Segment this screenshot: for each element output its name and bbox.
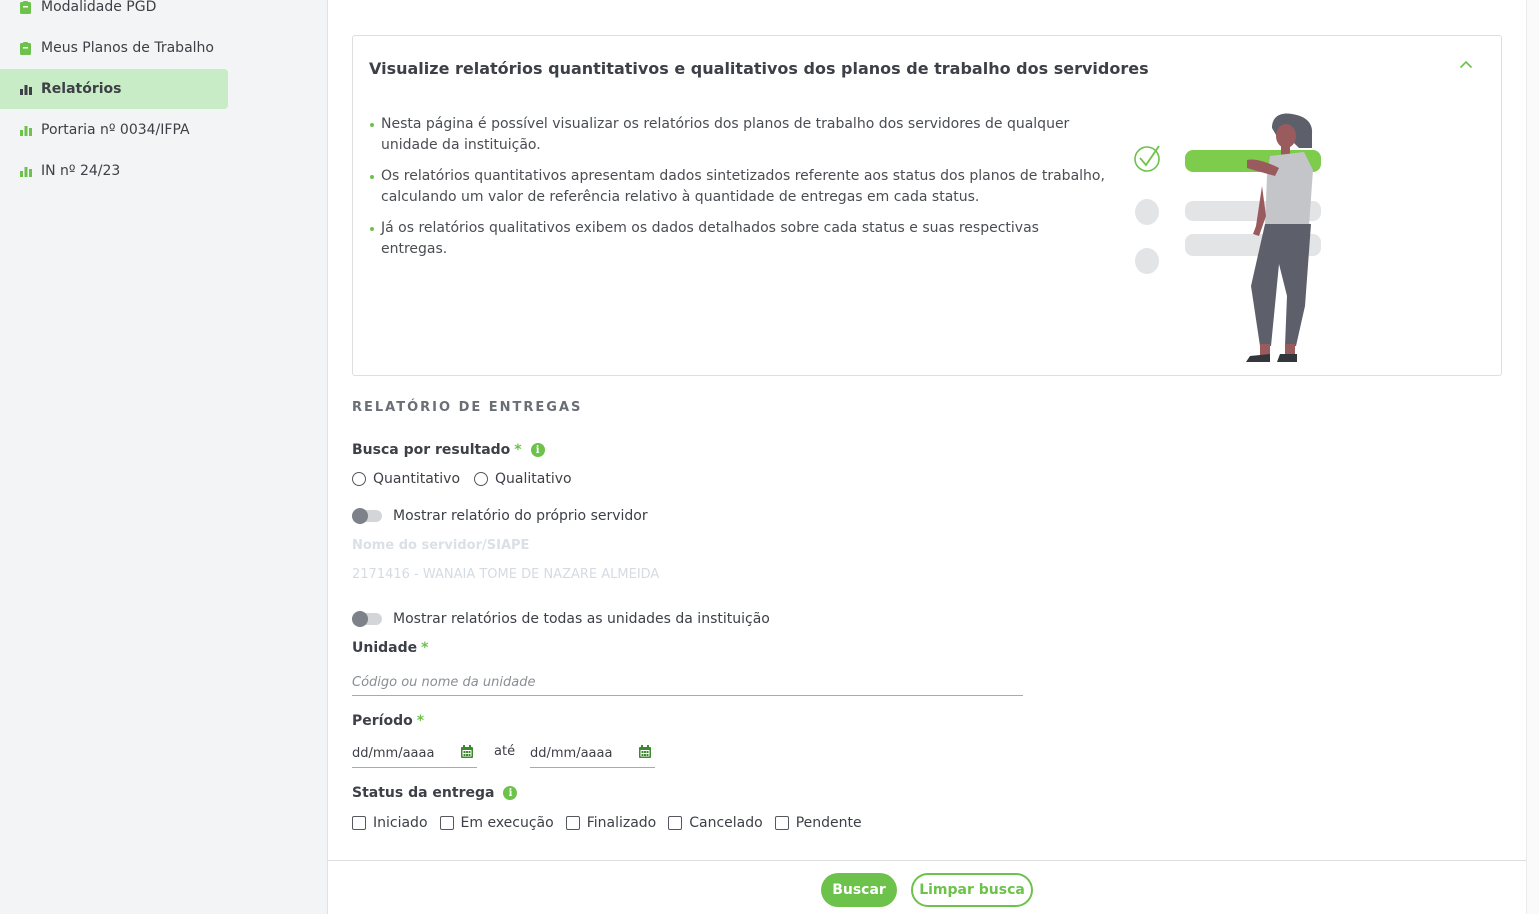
bar-chart-icon [19,83,32,96]
chevron-up-icon [1459,57,1473,73]
checkbox-finalizado[interactable]: Finalizado [565,815,657,831]
checkbox-em-execucao[interactable]: Em execução [439,815,554,831]
sidebar-item-relatorios[interactable]: Relatórios [0,69,228,109]
sidebar-item-in-24-23[interactable]: IN nº 24/23 [0,151,228,191]
toggle-knob [352,611,368,627]
all-units-toggle-label: Mostrar relatórios de todas as unidades … [393,611,770,627]
checkbox-pendente[interactable]: Pendente [774,815,862,831]
sidebar-item-meus-planos[interactable]: Meus Planos de Trabalho [0,28,228,68]
checklist-illustration [1129,106,1329,368]
server-field-label: Nome do servidor/SIAPE [352,538,530,553]
unit-label-text: Unidade [352,640,418,656]
period-start-input[interactable]: dd/mm/aaaa [352,740,477,768]
info-icon[interactable]: i [530,443,545,457]
radio-qualitativo[interactable]: Qualitativo [474,471,572,487]
sidebar-item-label: Modalidade PGD [41,0,157,15]
required-mark: * [421,640,429,656]
search-by-label: Busca por resultado * i [352,442,545,458]
unit-label: Unidade * [352,640,428,656]
period-start-placeholder: dd/mm/aaaa [352,746,435,761]
info-icon[interactable]: i [503,786,518,800]
search-button[interactable]: Buscar [821,873,897,907]
clipboard-icon [19,41,32,55]
checkbox-iniciado[interactable]: Iniciado [352,815,428,831]
period-end-placeholder: dd/mm/aaaa [530,746,613,761]
unit-input[interactable] [352,670,1023,696]
status-label-text: Status da entrega [352,785,495,801]
required-mark: * [514,442,522,458]
period-label: Período * [352,713,424,729]
all-units-toggle[interactable] [352,611,382,627]
search-by-label-text: Busca por resultado [352,442,511,458]
calendar-icon[interactable] [461,745,473,762]
info-bullet: Já os relatórios qualitativos exibem os … [369,218,1109,260]
sidebar-item-label: Meus Planos de Trabalho [41,40,214,56]
info-bullet-list: Nesta página é possível visualizar os re… [369,114,1109,270]
bar-chart-icon [19,165,32,178]
checkbox-label: Finalizado [586,815,657,831]
checkbox-label: Em execução [460,815,554,831]
own-report-toggle[interactable] [352,508,382,524]
required-mark: * [416,713,425,729]
own-report-toggle-label: Mostrar relatório do próprio servidor [393,508,648,524]
section-title: RELATÓRIO DE ENTREGAS [352,400,583,415]
radio-button[interactable] [352,472,366,486]
footer-divider [328,860,1526,861]
sidebar-item-label: IN nº 24/23 [41,163,121,179]
sidebar: Modalidade PGD Meus Planos de Trabalho R… [0,0,328,914]
clear-search-button[interactable]: Limpar busca [911,873,1033,907]
sidebar-item-portaria[interactable]: Portaria nº 0034/IFPA [0,110,228,150]
all-units-toggle-row: Mostrar relatórios de todas as unidades … [352,611,770,627]
checkbox[interactable] [774,816,789,830]
calendar-icon[interactable] [639,745,651,762]
status-label: Status da entrega i [352,785,518,801]
period-until-label: até [494,744,516,759]
bar-chart-icon [19,124,32,137]
checkbox-label: Cancelado [689,815,763,831]
checkbox[interactable] [565,816,580,830]
checkbox[interactable] [439,816,454,830]
info-bullet: Os relatórios quantitativos apresentam d… [369,166,1109,208]
search-by-radio-group: Quantitativo Qualitativo [352,471,586,487]
checkbox[interactable] [352,816,366,830]
main-content: Visualize relatórios quantitativos e qua… [328,0,1526,914]
radio-label: Qualitativo [495,471,572,487]
server-field-value: 2171416 - WANAIA TOME DE NAZARE ALMEIDA [352,567,660,582]
radio-label: Quantitativo [373,471,461,487]
checkbox-label: Pendente [795,815,862,831]
clipboard-icon [19,0,32,14]
radio-quantitativo[interactable]: Quantitativo [352,471,460,487]
scrollbar[interactable] [1526,0,1539,914]
info-card-title: Visualize relatórios quantitativos e qua… [369,59,1149,78]
period-label-text: Período [352,713,413,729]
sidebar-item-modalidade-pgd[interactable]: Modalidade PGD [0,0,228,27]
sidebar-item-label: Relatórios [41,81,122,97]
toggle-knob [352,508,368,524]
collapse-button[interactable] [1457,56,1475,74]
status-checkbox-group: Iniciado Em execução Finalizado Cancelad… [352,815,874,831]
own-report-toggle-row: Mostrar relatório do próprio servidor [352,508,648,524]
info-card: Visualize relatórios quantitativos e qua… [352,35,1502,376]
period-end-input[interactable]: dd/mm/aaaa [530,740,655,768]
radio-button[interactable] [474,472,489,486]
info-bullet: Nesta página é possível visualizar os re… [369,114,1109,156]
checkbox-label: Iniciado [373,815,428,831]
checkbox[interactable] [668,816,683,830]
sidebar-item-label: Portaria nº 0034/IFPA [41,122,190,138]
checkbox-cancelado[interactable]: Cancelado [668,815,763,831]
